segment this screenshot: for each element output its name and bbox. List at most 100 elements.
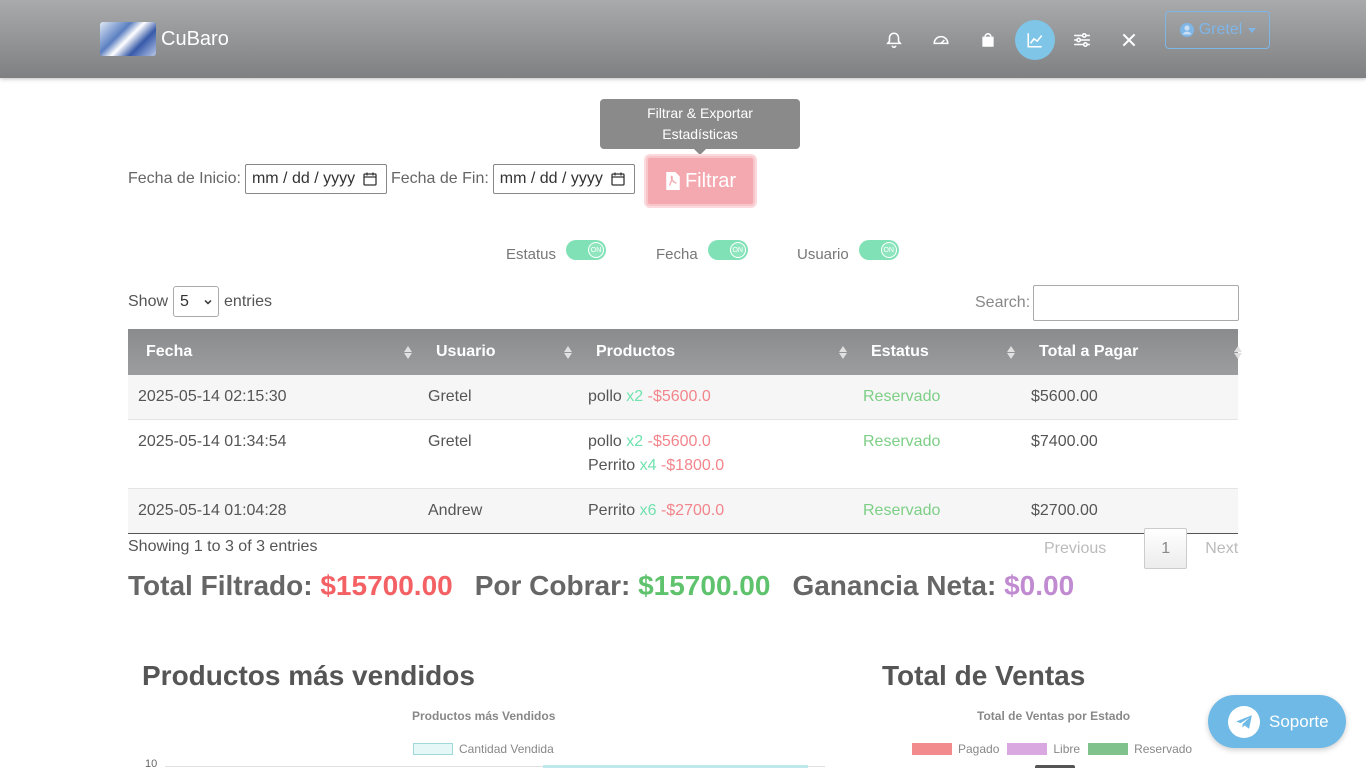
- product-line: Perrito x6 -$2700.0: [588, 502, 725, 519]
- brand[interactable]: CuBaro: [100, 22, 229, 56]
- support-label: Soporte: [1269, 711, 1329, 731]
- entries-length: Show 5 entries: [128, 286, 272, 317]
- filter-button[interactable]: Filtrar: [646, 156, 755, 206]
- column-header-productos[interactable]: Productos: [578, 329, 853, 375]
- sort-icon: [1234, 345, 1242, 359]
- cell-fecha: 2025-05-14 01:34:54: [138, 433, 287, 450]
- calendar-icon[interactable]: [362, 171, 378, 187]
- toggle-knob: ON: [729, 242, 746, 258]
- table-row[interactable]: 2025-05-14 01:34:54 Gretel pollo x2 -$56…: [128, 420, 1238, 489]
- column-header-fecha[interactable]: Fecha: [128, 329, 418, 375]
- entries-select[interactable]: 5: [173, 286, 220, 317]
- cell-estatus: Reservado: [863, 433, 941, 450]
- navbar: CuBaro Gretel: [0, 0, 1366, 78]
- cell-fecha: 2025-05-14 02:15:30: [138, 388, 287, 405]
- toggle-switch[interactable]: ON: [566, 240, 607, 260]
- column-header-estatus[interactable]: Estatus: [853, 329, 1021, 375]
- toggle-switch[interactable]: ON: [858, 240, 899, 260]
- cell-total: $7400.00: [1031, 433, 1098, 450]
- table-row[interactable]: 2025-05-14 02:15:30 Gretel pollo x2 -$56…: [128, 375, 1238, 420]
- table-header: Fecha Usuario Productos Estatus Total a …: [128, 329, 1242, 375]
- chevron-down-icon: [204, 299, 212, 305]
- cell-usuario: Gretel: [428, 388, 472, 405]
- column-header-usuario[interactable]: Usuario: [418, 329, 578, 375]
- product-line: pollo x2 -$5600.0: [588, 388, 711, 405]
- cell-estatus: Reservado: [863, 502, 941, 519]
- search-label: Search:: [975, 294, 1031, 311]
- legend-swatch: [1007, 743, 1048, 755]
- bell-icon[interactable]: [874, 20, 914, 60]
- file-pdf-icon: [666, 172, 680, 190]
- sales-table: Fecha Usuario Productos Estatus Total a …: [128, 329, 1242, 534]
- nav-icons: [874, 20, 1156, 60]
- start-date-input[interactable]: mm / dd / yyyy: [244, 164, 387, 194]
- sliders-icon[interactable]: [1062, 20, 1102, 60]
- cell-usuario: Gretel: [428, 433, 472, 450]
- user-circle-icon: [1179, 23, 1194, 37]
- calendar-icon[interactable]: [610, 171, 626, 187]
- user-menu-button[interactable]: Gretel: [1165, 11, 1270, 49]
- toggle-label: Estatus: [506, 245, 557, 263]
- sort-icon: [404, 345, 412, 359]
- cell-productos: pollo x2 -$5600.0 Perrito x4 -$1800.0: [578, 420, 853, 488]
- cell-total: $5600.00: [1031, 388, 1098, 405]
- entries-label: entries: [224, 292, 273, 310]
- toggle-label: Usuario: [797, 245, 849, 263]
- section-title-productos: Productos más vendidos: [142, 660, 475, 691]
- start-date-label: Fecha de Inicio:: [128, 170, 241, 187]
- legend-swatch: [1088, 743, 1129, 755]
- total-filtrado: Total Filtrado: $15700.00: [128, 570, 453, 601]
- toggle-label: Fecha: [656, 245, 698, 263]
- end-date-placeholder: mm / dd / yyyy: [499, 170, 603, 187]
- search-input[interactable]: [1033, 285, 1240, 321]
- legend-item[interactable]: Reservado: [1088, 742, 1192, 756]
- support-button[interactable]: Soporte: [1208, 695, 1346, 748]
- show-label: Show: [128, 292, 169, 310]
- column-toggles: Estatus ON Fecha ON Usuario ON: [0, 240, 1366, 274]
- tools-icon[interactable]: [1109, 20, 1149, 60]
- column-header-total[interactable]: Total a Pagar: [1021, 329, 1242, 375]
- toggle-usuario: Usuario ON: [797, 240, 899, 264]
- toggle-knob: ON: [588, 242, 605, 258]
- toggle-estatus: Estatus ON: [506, 240, 607, 264]
- pie-chart-title: Total de Ventas por Estado: [977, 709, 1131, 723]
- cell-productos: Perrito x6 -$2700.0: [578, 489, 853, 533]
- sort-icon: [839, 345, 847, 359]
- speedometer-icon[interactable]: [921, 20, 961, 60]
- toggle-fecha: Fecha ON: [656, 240, 748, 264]
- ganancia-neta: Ganancia Neta: $0.00: [792, 570, 1075, 601]
- legend-item[interactable]: Pagado: [912, 742, 999, 756]
- tooltip-line-2: Estadísticas: [662, 126, 738, 142]
- legend-swatch: [912, 743, 952, 755]
- telegram-icon: [1228, 705, 1260, 738]
- cell-total: $2700.00: [1031, 502, 1098, 519]
- filter-tooltip: Filtrar & Exportar Estadísticas: [600, 99, 800, 155]
- pagination: Previous 1 Next: [1026, 528, 1238, 569]
- legend-item[interactable]: Libre: [1007, 742, 1080, 756]
- chart-line-icon[interactable]: [1015, 20, 1055, 60]
- por-cobrar: Por Cobrar: $15700.00: [474, 570, 771, 601]
- tooltip-line-1: Filtrar & Exportar: [647, 105, 753, 121]
- chevron-down-icon: [1248, 27, 1257, 33]
- sort-icon: [564, 345, 572, 359]
- legend-item[interactable]: Cantidad Vendida: [413, 742, 554, 756]
- y-axis-tick: 10: [145, 758, 158, 768]
- user-name: Gretel: [1198, 21, 1243, 38]
- brand-name: CuBaro: [161, 27, 229, 50]
- table-info: Showing 1 to 3 of 3 entries: [128, 538, 318, 555]
- end-date-input[interactable]: mm / dd / yyyy: [492, 164, 635, 194]
- section-title-ventas: Total de Ventas: [882, 660, 1086, 691]
- bar-chart-legend: Cantidad Vendida: [413, 742, 562, 756]
- page-1-button[interactable]: 1: [1144, 528, 1188, 569]
- toggle-switch[interactable]: ON: [707, 240, 748, 260]
- toggle-knob: ON: [880, 242, 897, 258]
- legend-swatch: [413, 743, 453, 755]
- table-search: Search:: [975, 285, 1240, 321]
- shopping-bag-icon[interactable]: [968, 20, 1008, 60]
- date-filter-row: Fecha de Inicio: mm / dd / yyyy Fecha de…: [128, 164, 639, 194]
- start-date-placeholder: mm / dd / yyyy: [251, 170, 356, 187]
- previous-button[interactable]: Previous: [1026, 540, 1124, 558]
- next-button[interactable]: Next: [1187, 540, 1238, 558]
- product-line: pollo x2 -$5600.0: [588, 433, 711, 450]
- pie-chart-legend: Pagado Libre Reservado: [912, 742, 1200, 756]
